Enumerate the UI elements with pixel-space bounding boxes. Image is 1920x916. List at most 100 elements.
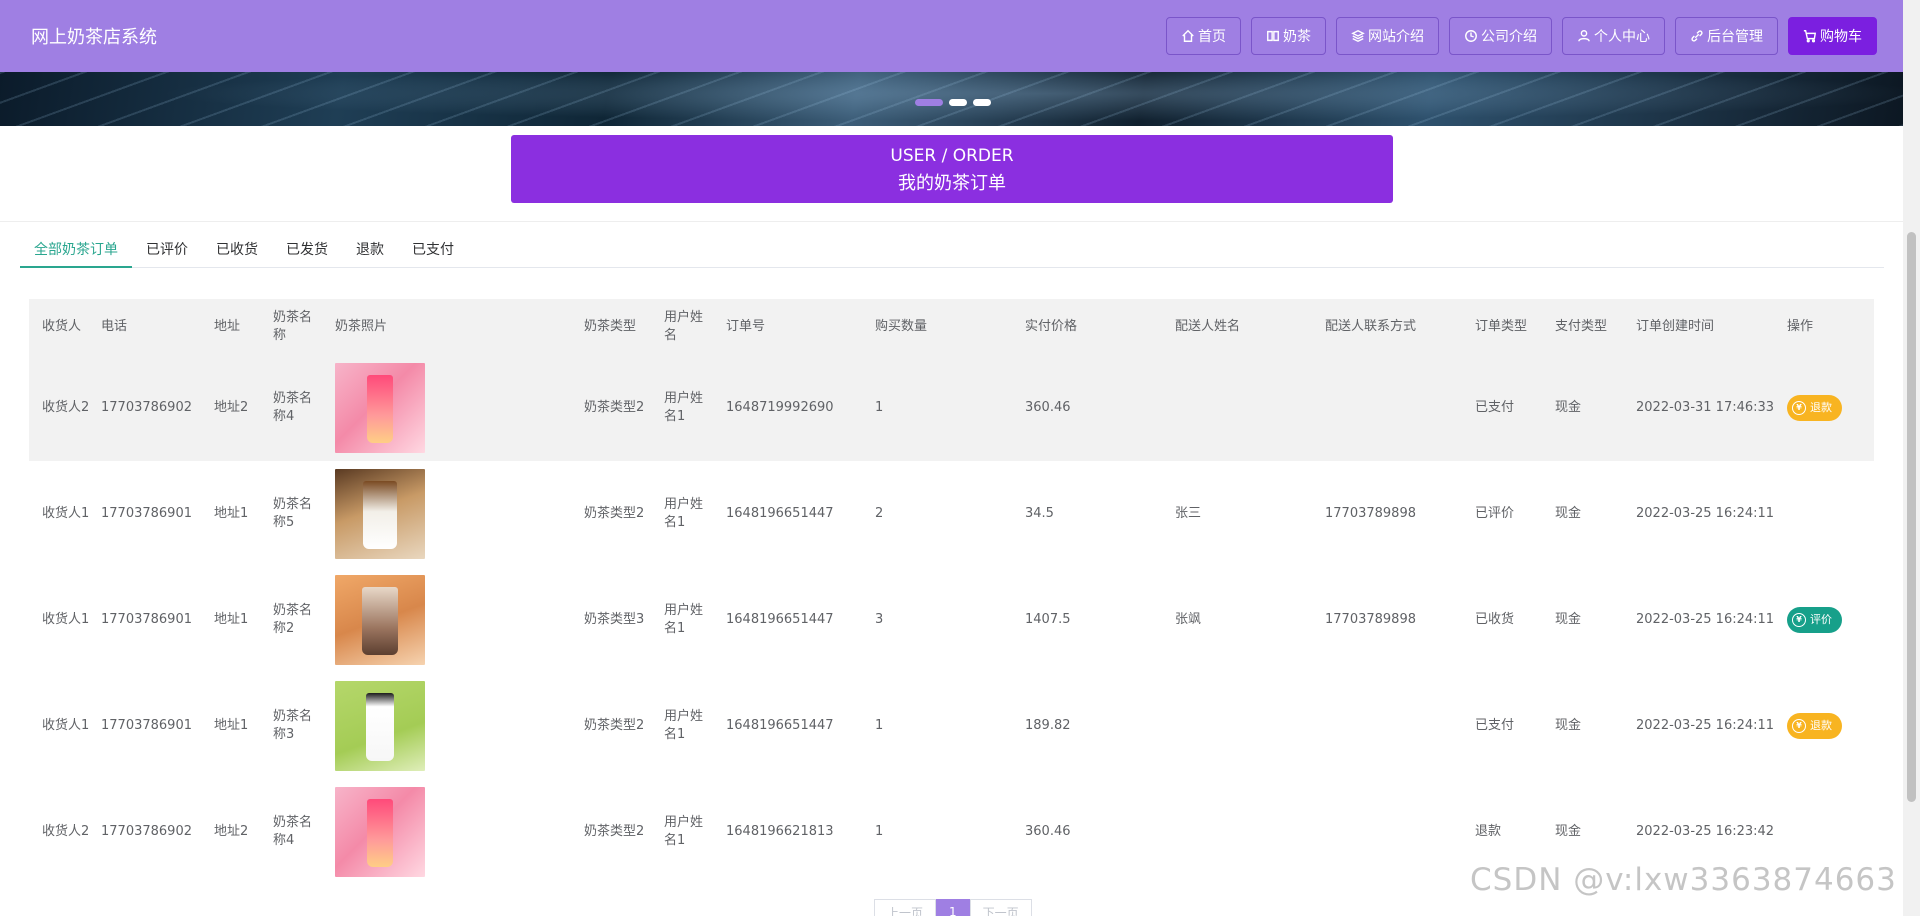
name-cell: 奶茶名称3	[273, 709, 313, 742]
table-row: 收货人1 17703786901 地址1 奶茶名称2 奶茶类型3 用户姓名1 1648196…	[29, 567, 1874, 673]
tab-refund[interactable]: 退款	[342, 235, 398, 268]
header-pay-type: 支付类型	[1555, 319, 1608, 334]
courier-phone-cell	[1325, 355, 1465, 461]
tab-received[interactable]: 已收货	[202, 235, 272, 268]
address-cell: 地址1	[214, 612, 249, 627]
refund-button[interactable]: ¥ 退款	[1787, 713, 1842, 739]
nav-label: 公司介绍	[1481, 29, 1537, 45]
next-page-button[interactable]: 下一页	[969, 899, 1032, 916]
price-cell: 360.46	[1025, 824, 1071, 839]
carousel-banner	[0, 72, 1903, 126]
yen-icon: ¥	[1792, 613, 1806, 627]
address-cell: 地址2	[214, 400, 249, 415]
scrollbar-thumb[interactable]	[1907, 232, 1916, 802]
order-status-cell: 已支付	[1475, 718, 1515, 733]
action-cell: ¥ 退款	[1787, 355, 1867, 461]
watermark: CSDN @v:lxw3363874663	[1470, 862, 1897, 898]
prev-page-button[interactable]: 上一页	[874, 899, 937, 916]
phone-cell: 17703786901	[101, 612, 192, 627]
user-cell: 用户姓名1	[664, 391, 704, 424]
nav-label: 奶茶	[1283, 29, 1311, 45]
pay-type-cell: 现金	[1555, 506, 1582, 521]
nav-cart-button[interactable]: 购物车	[1788, 17, 1877, 55]
qty-cell: 2	[875, 506, 884, 521]
page-number-button[interactable]: 1	[936, 899, 970, 916]
address-cell: 地址1	[214, 718, 249, 733]
pagination: 上一页 1 下一页	[874, 899, 1032, 916]
table-row: 收货人1 17703786901 地址1 奶茶名称5 奶茶类型2 用户姓名1 1648196…	[29, 461, 1874, 567]
courier-phone-cell	[1325, 673, 1465, 779]
home-icon	[1182, 29, 1194, 42]
refund-button[interactable]: ¥ 退款	[1787, 395, 1842, 421]
tab-shipped[interactable]: 已发货	[272, 235, 342, 268]
action-cell: ¥ 退款	[1787, 673, 1867, 779]
nav-site-intro-button[interactable]: 网站介绍	[1336, 17, 1439, 55]
price-cell: 1407.5	[1025, 612, 1071, 627]
header-order-no: 订单号	[726, 319, 766, 334]
photo-cell	[335, 567, 555, 673]
nav-profile-button[interactable]: 个人中心	[1562, 17, 1665, 55]
carousel-dot-2[interactable]	[949, 99, 967, 106]
phone-cell: 17703786901	[101, 718, 192, 733]
address-cell: 地址1	[214, 506, 249, 521]
header-price: 实付价格	[1025, 319, 1078, 334]
header-phone: 电话	[101, 319, 128, 334]
nav-label: 个人中心	[1594, 29, 1650, 45]
name-cell: 奶茶名称5	[273, 497, 313, 530]
book-icon	[1267, 30, 1279, 42]
name-cell: 奶茶名称4	[273, 815, 313, 848]
courier-cell	[1175, 673, 1315, 779]
carousel-dot-3[interactable]	[973, 99, 991, 106]
action-label: 评价	[1810, 613, 1832, 626]
qty-cell: 1	[875, 400, 884, 415]
table-row: 收货人1 17703786901 地址1 奶茶名称3 奶茶类型2 用户姓名1 1648196…	[29, 673, 1874, 779]
tab-all-orders[interactable]: 全部奶茶订单	[20, 235, 132, 268]
user-cell: 用户姓名1	[664, 815, 704, 848]
order-no-cell: 1648196621813	[726, 824, 834, 839]
tab-reviewed[interactable]: 已评价	[132, 235, 202, 268]
created-cell: 2022-03-25 16:24:11	[1636, 506, 1775, 521]
milktea-photo	[335, 681, 425, 771]
qty-cell: 1	[875, 718, 884, 733]
cart-icon	[1803, 30, 1817, 43]
header-name: 奶茶名称	[273, 310, 313, 343]
nav-label: 购物车	[1820, 29, 1862, 45]
order-status-cell: 已收货	[1475, 612, 1515, 627]
photo-cell	[335, 461, 555, 567]
nav-admin-button[interactable]: 后台管理	[1675, 17, 1778, 55]
table-body: 收货人2 17703786902 地址2 奶茶名称4 奶茶类型2 用户姓名1 1648719…	[29, 355, 1874, 885]
created-cell: 2022-03-25 16:24:11	[1636, 718, 1775, 733]
header-type: 奶茶类型	[584, 319, 637, 334]
nav-home-button[interactable]: 首页	[1166, 17, 1241, 55]
price-cell: 189.82	[1025, 718, 1071, 733]
top-header: 网上奶茶店系统 首页 奶茶 网站介绍 公司介绍 个人中心 后台管理 购物车	[0, 0, 1903, 72]
header-action: 操作	[1787, 319, 1814, 334]
order-no-cell: 1648196651447	[726, 718, 834, 733]
review-button[interactable]: ¥ 评价	[1787, 607, 1842, 633]
orders-table: 收货人 电话 地址 奶茶名称 奶茶照片 奶茶类型 用户姓名 订单号 购买数量 实…	[29, 299, 1874, 885]
header-courier: 配送人姓名	[1175, 319, 1241, 334]
user-cell: 用户姓名1	[664, 709, 704, 742]
pay-type-cell: 现金	[1555, 612, 1582, 627]
milktea-photo	[335, 363, 425, 453]
photo-cell	[335, 779, 555, 885]
courier-phone-cell	[1325, 779, 1465, 885]
nav-milktea-button[interactable]: 奶茶	[1251, 17, 1326, 55]
layers-icon	[1351, 29, 1365, 43]
price-cell: 360.46	[1025, 400, 1071, 415]
page-title-box: USER / ORDER 我的奶茶订单	[511, 135, 1393, 203]
created-cell: 2022-03-25 16:24:11	[1636, 612, 1775, 627]
pay-type-cell: 现金	[1555, 718, 1582, 733]
type-cell: 奶茶类型2	[584, 824, 645, 839]
user-cell: 用户姓名1	[664, 497, 704, 530]
type-cell: 奶茶类型2	[584, 400, 645, 415]
header-photo: 奶茶照片	[335, 319, 388, 334]
nav-company-intro-button[interactable]: 公司介绍	[1449, 17, 1552, 55]
phone-cell: 17703786902	[101, 400, 192, 415]
nav-label: 后台管理	[1707, 29, 1763, 45]
carousel-dot-1[interactable]	[915, 99, 943, 106]
price-cell: 34.5	[1025, 506, 1054, 521]
tab-paid[interactable]: 已支付	[398, 235, 468, 268]
page-scrollbar[interactable]	[1903, 0, 1920, 916]
courier-cell: 张三	[1175, 506, 1202, 521]
